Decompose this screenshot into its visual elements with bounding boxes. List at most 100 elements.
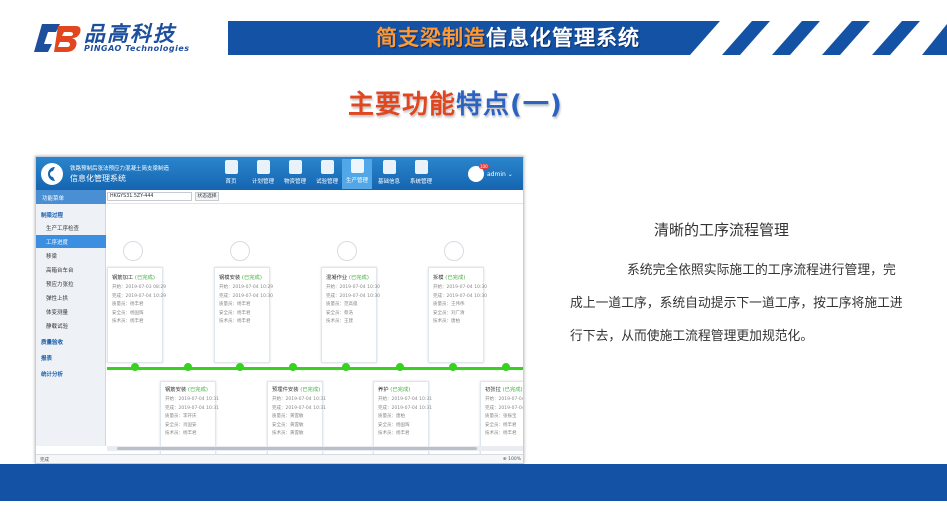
app-header: 铁路预制后张法预应力混凝土简支梁制造 信息化管理系统 首页 计划管理 物资管理 … [36, 157, 523, 190]
nav-plan[interactable]: 计划管理 [248, 160, 278, 185]
sidebar-item[interactable]: 弹性上拱 [36, 291, 106, 304]
safety-officer: 安全员：黄雲敏 [272, 422, 304, 428]
safety-officer: 安全员：杨国辉 [378, 422, 410, 428]
process-status: (已完成) [187, 387, 208, 393]
worker-avatar-icon [337, 241, 357, 261]
nav-system[interactable]: 系统管理 [406, 160, 436, 185]
timeline-node [396, 363, 404, 371]
end-time: 完成：2019-07-04 10:31 [485, 405, 524, 411]
status-text: 完成 [40, 458, 49, 463]
search-input[interactable]: HKGYS31.5ZY-444 [107, 192, 192, 201]
process-name: 钢筋安装 [165, 387, 187, 393]
sidebar-group-reports[interactable]: 报表 [36, 351, 106, 364]
page-title: 主要功能特点(一) [348, 84, 563, 121]
quality-inspector: 质量员：杨丰君 [112, 302, 144, 307]
plan-icon [256, 160, 270, 174]
technician: 技术员：杨丰君 [165, 431, 197, 436]
app-header-line1: 铁路预制后张法预应力混凝土简支梁制造 [70, 166, 170, 172]
process-card[interactable]: 钢筋加工 (已完成) 开始：2019-07-03 08:29 完成：2019-0… [107, 267, 167, 363]
nav-label: 物资管理 [283, 179, 306, 185]
process-card[interactable]: 预埋件安装 (已完成) 开始：2019-07-04 10:31 完成：2019-… [267, 381, 327, 463]
timeline-node [449, 363, 457, 371]
nav-material[interactable]: 物资管理 [280, 160, 310, 185]
process-name: 混凝作业 [326, 275, 348, 281]
technician: 技术员：黄雲敏 [272, 431, 304, 436]
sidebar-item[interactable]: 高箱台车台 [36, 263, 106, 276]
user-menu[interactable]: admin ⌄ [487, 171, 513, 178]
page-title-part1: 主要功能 [348, 90, 457, 120]
start-time: 开始：2019-07-03 08:29 [112, 285, 167, 290]
worker-avatar-icon [444, 241, 464, 261]
sidebar: 制梁过程 生产工序检查 工序进度 移梁 高箱台车台 预应力张拉 弹性上拱 体变测… [36, 204, 106, 446]
worker-avatar-icon [230, 241, 250, 261]
status-select-button[interactable]: 状态选择 [195, 192, 219, 201]
quality-inspector: 质量员：唐柏 [378, 414, 405, 419]
process-card[interactable]: 拆模 (已完成) 开始：2019-07-04 10:30 完成：2019-07-… [428, 267, 488, 363]
nav-label: 生产管理 [345, 178, 368, 184]
sidebar-group-process[interactable]: 制梁过程 [36, 208, 106, 221]
process-card[interactable]: 混凝作业 (已完成) 开始：2019-07-04 10:30 完成：2019-0… [321, 267, 381, 363]
sidebar-item[interactable]: 体变测量 [36, 305, 106, 318]
feature-title: 清晰的工序流程管理 [654, 221, 790, 239]
nav-basic-info[interactable]: 基础信息 [374, 160, 404, 185]
quality-inspector: 质量员：李开庆 [165, 414, 197, 419]
end-time: 完成：2019-07-04 10:31 [272, 405, 327, 411]
process-status: (已完成) [348, 275, 369, 281]
safety-officer: 安全员：杨国辉 [112, 310, 144, 316]
process-card[interactable]: 钢模安装 (已完成) 开始：2019-07-04 10:29 完成：2019-0… [214, 267, 274, 363]
feature-body: 系统完全依照实际施工的工序流程进行管理，完成上一道工序，系统自动提示下一道工序，… [570, 254, 903, 353]
page-title-part2: 特点(一) [456, 90, 563, 120]
quality-inspector: 质量员：张振宝 [485, 414, 517, 419]
process-card[interactable]: 养护 (已完成) 开始：2019-07-04 10:31 完成：2019-07-… [373, 381, 432, 463]
process-timeline [107, 367, 523, 370]
production-icon [350, 159, 364, 173]
timeline-node [184, 363, 192, 371]
app-header-line2: 信息化管理系统 [70, 174, 126, 183]
nav-production[interactable]: 生产管理 [342, 159, 372, 189]
footer-white [0, 501, 947, 522]
safety-officer: 安全员：蔡浩 [326, 310, 353, 316]
timeline-node [502, 363, 510, 371]
quality-inspector: 质量员：黄雲敏 [272, 414, 304, 419]
sidebar-group-quality[interactable]: 质量验收 [36, 335, 106, 348]
end-time: 完成：2019-07-04 10:30 [326, 293, 381, 299]
feature-body-text: 系统完全依照实际施工的工序流程进行管理，完成上一道工序，系统自动提示下一道工序，… [570, 263, 903, 344]
sidebar-item[interactable]: 移梁 [36, 249, 106, 262]
sidebar-item[interactable]: 静载试验 [36, 319, 106, 332]
technician: 技术员：杨丰君 [485, 431, 517, 436]
search-bar: HKGYS31.5ZY-444 状态选择 [107, 190, 523, 204]
brand-logo-icon [34, 24, 81, 52]
nav-label: 系统管理 [409, 179, 432, 185]
start-time: 开始：2019-07-04 10:30 [433, 285, 488, 290]
process-card[interactable]: 钢筋安装 (已完成) 开始：2019-07-04 10:31 完成：2019-0… [160, 381, 220, 463]
safety-officer: 安全员：杨丰君 [485, 422, 517, 428]
end-time: 完成：2019-07-04 10:30 [433, 293, 488, 299]
process-name: 初张拉 [485, 387, 501, 393]
home-icon [224, 160, 238, 174]
sidebar-item[interactable]: 预应力张拉 [36, 277, 106, 290]
technician: 技术员：唐柏 [433, 319, 460, 324]
start-time: 开始：2019-07-04 10:31 [485, 397, 524, 402]
end-time: 完成：2019-07-04 10:29 [112, 293, 167, 299]
horizontal-scrollbar[interactable] [107, 446, 523, 451]
sidebar-group-statistics[interactable]: 统计分析 [36, 367, 106, 380]
footer-band [0, 464, 947, 501]
zoom-level[interactable]: ⊕ 100% [503, 457, 521, 462]
brand-subtitle: PINGAO Technologies [84, 44, 190, 53]
technician: 技术员：杨丰君 [219, 319, 251, 324]
process-name: 预埋件安装 [272, 387, 299, 393]
scrollbar-thumb[interactable] [117, 447, 477, 450]
nav-home[interactable]: 首页 [216, 160, 246, 185]
sidebar-item-active[interactable]: 工序进度 [36, 235, 106, 248]
process-card[interactable]: 初张拉 (已完成) 开始：2019-07-04 10:31 完成：2019-07… [480, 381, 524, 463]
end-time: 完成：2019-07-04 10:30 [219, 293, 274, 299]
safety-officer: 安全员：刘广清 [433, 310, 465, 316]
end-time: 完成：2019-07-04 10:31 [165, 405, 220, 411]
process-name: 钢模安装 [219, 275, 241, 281]
system-title-highlight: 简支梁制造 [376, 26, 486, 50]
nav-test[interactable]: 试验管理 [312, 160, 342, 185]
quality-inspector: 质量员：杨丰君 [219, 302, 251, 307]
sidebar-item[interactable]: 生产工序检查 [36, 221, 106, 234]
process-status: (已完成) [300, 387, 321, 393]
status-bar: 完成 ⊕ 100% [36, 454, 523, 463]
